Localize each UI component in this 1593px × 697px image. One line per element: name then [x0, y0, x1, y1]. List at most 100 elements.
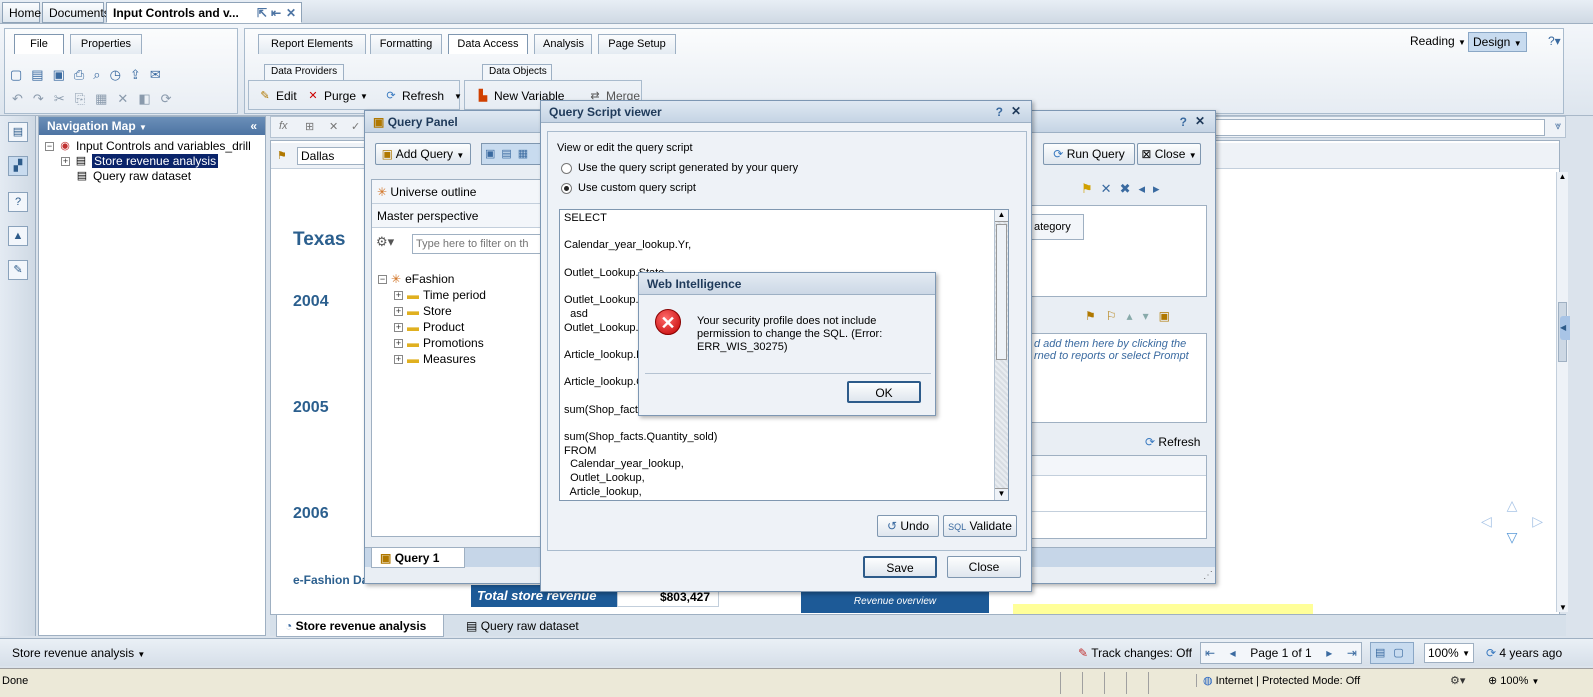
sql-scrollbar[interactable]: ▲ ▼ [994, 210, 1008, 500]
query-filter-toolbar[interactable]: ⚑⚐▴▾▣ [1085, 309, 1205, 323]
scroll-thumb[interactable] [996, 224, 1007, 360]
ok-button[interactable]: OK [847, 381, 921, 403]
refresh-button[interactable]: ⟳ Refresh ▼ [380, 85, 466, 107]
object-filter-input[interactable] [412, 234, 542, 254]
option-generated-script[interactable]: Use the query script generated by your q… [561, 162, 798, 174]
tab-analysis[interactable]: Analysis [534, 34, 592, 54]
security-zone[interactable]: ◍ Internet | Protected Mode: Off [1196, 674, 1360, 687]
refresh-icon: ⟳ [160, 91, 182, 106]
result-objects-toolbar[interactable]: ⚑✕✖◂▸ [1081, 181, 1207, 196]
sql-line: sum(Shop_facts.Quantity_sold) [564, 431, 718, 443]
next-page-icon: ▸ [1326, 646, 1333, 660]
report-scrollbar[interactable]: ▲ ▼ [1556, 172, 1568, 612]
tab-data-access[interactable]: Data Access [448, 34, 528, 54]
expand-formula-icon[interactable]: ⩔ [1555, 120, 1561, 133]
pan-control[interactable]: △ ◁ ▷ ▽ [1481, 498, 1543, 544]
folder-product[interactable]: + ▬ Product [394, 320, 464, 334]
document-summary-icon[interactable]: ▤ [8, 122, 28, 142]
universe-icon: ✳ [377, 185, 388, 199]
folder-icon: ▬ [407, 320, 419, 334]
view-toggle-buttons[interactable]: ▣▤▦ [481, 143, 541, 165]
help-icon[interactable]: ? [996, 105, 1003, 119]
tab-query-1[interactable]: ▣ Query 1 [371, 548, 465, 568]
undo-button[interactable]: ↺ Undo [877, 515, 939, 537]
help-icon[interactable]: ? [1180, 115, 1187, 129]
data-preview-refresh[interactable]: ⟳ Refresh [1145, 435, 1200, 449]
universe-outline-header[interactable]: ✳ Universe outline [372, 180, 542, 204]
close-query-button[interactable]: ⊠ Close ▼ [1137, 143, 1201, 165]
tree-root[interactable]: − ◉ Input Controls and variables_drill [45, 139, 251, 153]
tab-formatting[interactable]: Formatting [370, 34, 442, 54]
purge-button[interactable]: ✕ Purge ▼ [302, 85, 372, 107]
browser-zoom[interactable]: ⊕ 100% ▼ [1488, 674, 1539, 687]
city-filter-field[interactable]: Dallas [297, 147, 367, 165]
tree-universe[interactable]: − ✳ eFashion [378, 272, 454, 286]
subtab-data-objects[interactable]: Data Objects [482, 64, 552, 80]
mode-design[interactable]: Design ▼ [1468, 32, 1527, 52]
subtab-data-providers[interactable]: Data Providers [264, 64, 344, 80]
maximize-icon[interactable]: ⇱ [257, 6, 267, 20]
formula-editor-icon: ⊞ [305, 121, 315, 133]
close-icon[interactable]: ✕ [286, 6, 296, 20]
folder-icon: ▬ [407, 288, 419, 302]
right-panel-toggle[interactable]: ◀ [1560, 316, 1570, 340]
folder-store[interactable]: + ▬ Store [394, 304, 452, 318]
help-icon[interactable]: ?▾ [1548, 34, 1561, 48]
edit-button[interactable]: ✎ Edit [254, 85, 301, 107]
collapse-icon[interactable]: « [250, 119, 257, 133]
year-2004: 2004 [293, 293, 329, 310]
validate-button[interactable]: SQL Validate [943, 515, 1017, 537]
filter-options-icon[interactable]: ⚙▾ [376, 234, 394, 250]
tree-item-query-raw[interactable]: ▤ Query raw dataset [75, 169, 191, 183]
perspective-selector[interactable]: Master perspective [372, 204, 542, 228]
tab-report-elements[interactable]: Report Elements [258, 34, 366, 54]
resize-grip-icon[interactable]: ⋰ [1203, 570, 1213, 581]
folder-time-period[interactable]: + ▬ Time period [394, 288, 486, 302]
scroll-down-icon: ▼ [995, 488, 1008, 500]
tree-item-store-revenue[interactable]: + ▤ Store revenue analysis [61, 154, 219, 168]
protected-mode-icon[interactable]: ⚙▾ [1450, 674, 1465, 687]
input-controls-icon[interactable]: ? [8, 192, 28, 212]
tab-properties[interactable]: Properties [70, 34, 142, 54]
folder-promotions[interactable]: + ▬ Promotions [394, 336, 484, 350]
option-custom-script[interactable]: Use custom query script [561, 182, 696, 194]
tab-home[interactable]: Home [2, 2, 41, 23]
document-structure-icon[interactable]: ✎ [8, 260, 28, 280]
tab-file[interactable]: File [14, 34, 64, 54]
folder-measures[interactable]: + ▬ Measures [394, 352, 476, 366]
refresh-icon: ⟳ [1486, 646, 1497, 660]
tab-documents[interactable]: Documents [42, 2, 110, 23]
run-query-button[interactable]: ⟳ Run Query [1043, 143, 1135, 165]
revenue-overview-header: Revenue overview [801, 591, 989, 613]
close-button[interactable]: Close [947, 556, 1021, 578]
save-button[interactable]: Save [863, 556, 937, 578]
report-tabs-bar: ◔ Store revenue analysis ▤ Query raw dat… [270, 614, 1566, 637]
add-query-button[interactable]: ▣ Add Query ▼ [375, 143, 471, 165]
file-toolbar-icons[interactable]: ▢▤▣⎙⌕◷⇪✉ [10, 67, 170, 83]
pin-icon[interactable]: ⇤ [271, 6, 281, 20]
outline-icon: ▣ [1158, 309, 1180, 323]
zoom-select[interactable]: 100% ▼ [1424, 643, 1474, 663]
zoom-icon: ⊕ [1488, 675, 1498, 687]
mode-reading[interactable]: Reading ▼ [1410, 34, 1466, 48]
tab-active-document[interactable]: Input Controls and v... ⇱ ⇤ ✕ [106, 2, 302, 23]
tab-page-setup[interactable]: Page Setup [598, 34, 676, 54]
tab-query-raw-dataset[interactable]: ▤ Query raw dataset [466, 619, 579, 633]
page-navigator[interactable]: ⇤ ◂ Page 1 of 1 ▸ ⇥ [1200, 642, 1362, 664]
tab-store-revenue-analysis[interactable]: ◔ Store revenue analysis [276, 615, 444, 637]
navigation-map-icon[interactable]: ▞ [8, 156, 28, 176]
close-icon[interactable]: ✕ [1195, 114, 1205, 128]
browser-status-bar: Done ◍ Internet | Protected Mode: Off ⚙▾… [0, 668, 1593, 697]
available-objects-icon[interactable]: ▲ [8, 226, 28, 246]
expand-icon: + [394, 289, 403, 300]
view-mode-toggle[interactable]: ▤▢ [1370, 642, 1414, 664]
cut-icon: ✂ [53, 91, 75, 106]
sql-line: Outlet_Lookup, [564, 472, 645, 485]
report-selector[interactable]: Store revenue analysis ▼ [12, 646, 145, 660]
add-query-icon: ▣ [381, 147, 394, 161]
formula-input[interactable] [1215, 119, 1545, 136]
result-object-category[interactable]: ategory [1030, 214, 1084, 240]
close-icon[interactable]: ✕ [1011, 104, 1021, 118]
edit-toolbar-icons[interactable]: ↶↷✂⎘▦✕◧⟳ [12, 91, 182, 107]
track-changes-toggle[interactable]: ✎ Track changes: Off [1078, 646, 1192, 660]
